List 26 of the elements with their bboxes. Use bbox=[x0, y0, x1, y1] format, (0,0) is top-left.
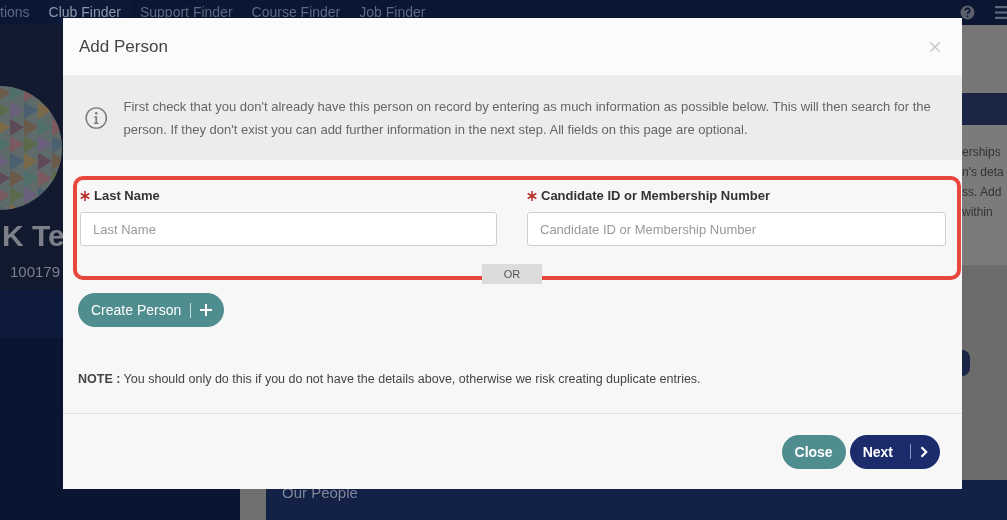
text-field[interactable]: Candidate ID or Membership Number bbox=[527, 212, 946, 246]
dialog-button[interactable]: Close bbox=[781, 434, 846, 469]
profile-name: K Te bbox=[2, 219, 65, 253]
text-fragment: within bbox=[962, 205, 994, 219]
text-fragment: ss. Add bbox=[962, 185, 1003, 199]
field-label: Candidate ID or Membership Number bbox=[541, 188, 770, 203]
chevron-right-icon bbox=[920, 445, 928, 458]
dialog-button[interactable]: Next bbox=[849, 434, 940, 469]
text-field[interactable]: Last Name bbox=[80, 212, 497, 246]
content-panel bbox=[962, 25, 1007, 93]
dialog-title: Add Person bbox=[79, 36, 168, 57]
text-fragment: erships bbox=[962, 145, 1002, 159]
or-divider-label: OR bbox=[482, 264, 542, 284]
close-icon[interactable] bbox=[930, 41, 940, 52]
member-number: 100179 bbox=[10, 263, 61, 280]
create-person-button[interactable]: Create Person bbox=[78, 293, 225, 327]
nav-link[interactable]: tions bbox=[0, 0, 40, 25]
info-text: First check that you don't already have this person on record by entering as much information as possible below. This will then search for the person. If they don't exist you can add further information in the next step. All fields on this page are optional. bbox=[123, 97, 932, 139]
plus-icon bbox=[200, 304, 213, 316]
field-label: Last Name bbox=[94, 188, 160, 203]
text-fragment: n's deta bbox=[962, 165, 1005, 179]
menu-icon[interactable] bbox=[995, 6, 1007, 19]
note-text: NOTE : You should only do this if you do not have the details above, otherwise we risk creating duplicate entries. bbox=[78, 372, 702, 386]
help-icon[interactable] bbox=[960, 5, 975, 20]
pill-button[interactable] bbox=[962, 350, 970, 376]
header-bar bbox=[962, 93, 1007, 125]
